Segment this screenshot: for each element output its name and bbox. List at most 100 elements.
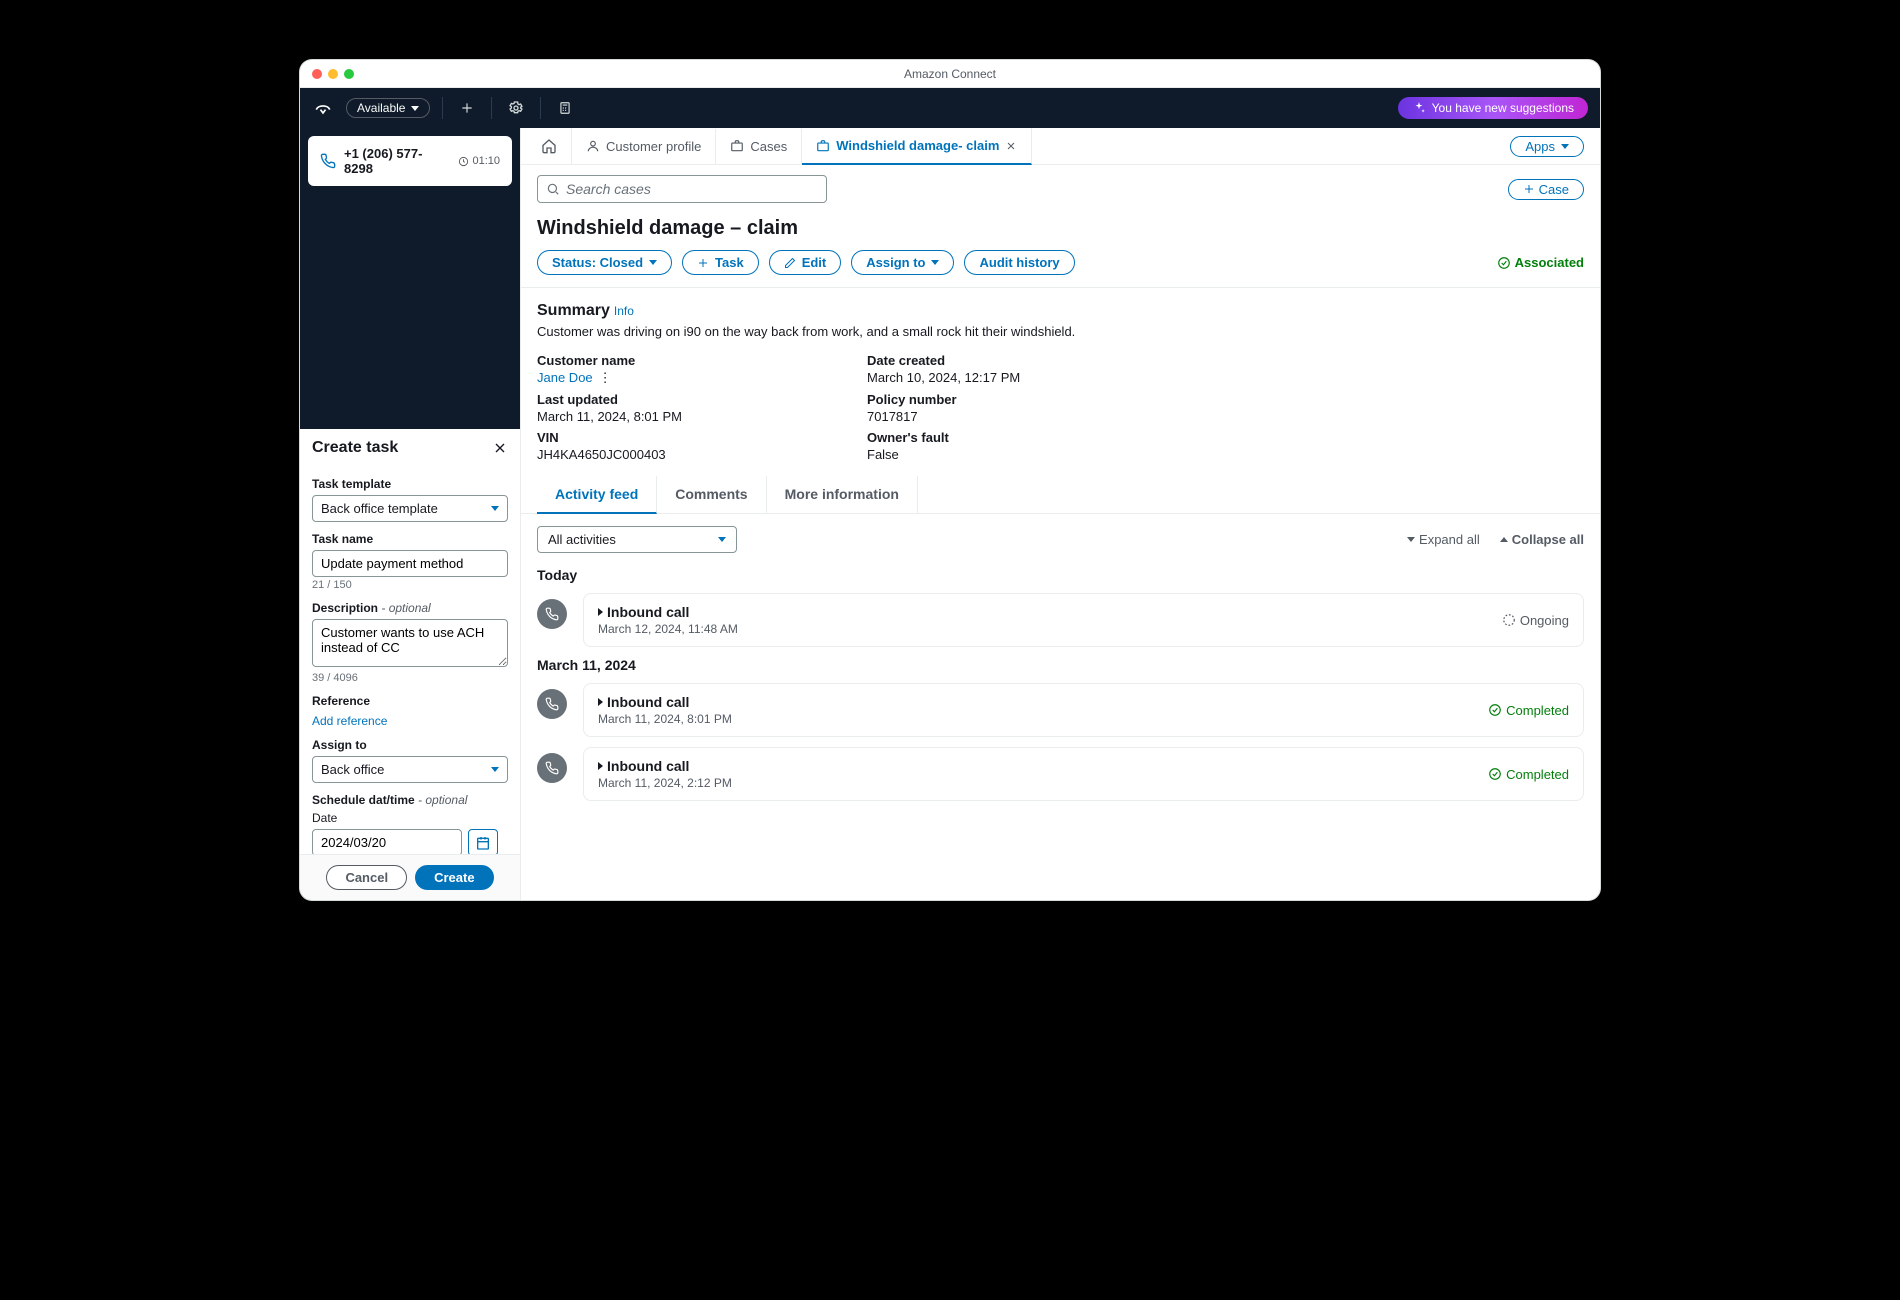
- feed-card[interactable]: Inbound call March 11, 2024, 2:12 PM Com…: [583, 747, 1584, 801]
- date-label: Date: [312, 811, 508, 825]
- active-call-card[interactable]: +1 (206) 577-8298 01:10: [308, 136, 512, 186]
- subtab-more-info[interactable]: More information: [767, 476, 918, 513]
- chevron-right-icon: [598, 698, 603, 706]
- owners-fault-value: False: [867, 447, 1167, 462]
- add-reference-link[interactable]: Add reference: [312, 714, 387, 728]
- main-content: Customer profile Cases Windshield damage…: [520, 128, 1600, 900]
- minimize-window-icon[interactable]: [328, 69, 338, 79]
- app-window: Amazon Connect Available You have new su…: [300, 60, 1600, 900]
- chevron-down-icon: [718, 537, 726, 542]
- chevron-down-icon: [411, 106, 419, 111]
- divider: [491, 97, 492, 119]
- feed-item-time: March 12, 2024, 11:48 AM: [598, 622, 738, 636]
- feed-card[interactable]: Inbound call March 12, 2024, 11:48 AM On…: [583, 593, 1584, 647]
- create-task-panel: Create task Task template Back office te…: [300, 429, 520, 900]
- subtab-comments[interactable]: Comments: [657, 476, 766, 513]
- add-icon[interactable]: [455, 96, 479, 120]
- agent-status-dropdown[interactable]: Available: [346, 98, 430, 118]
- expand-all-button[interactable]: Expand all: [1407, 532, 1480, 547]
- date-input[interactable]: [312, 829, 462, 854]
- phone-icon: [320, 153, 336, 169]
- feed-card[interactable]: Inbound call March 11, 2024, 8:01 PM Com…: [583, 683, 1584, 737]
- check-circle-icon: [1488, 703, 1502, 717]
- task-name-input[interactable]: [312, 550, 508, 577]
- case-title: Windshield damage – claim: [521, 213, 1600, 250]
- tab-windshield-claim[interactable]: Windshield damage- claim: [802, 128, 1032, 165]
- collapse-all-button[interactable]: Collapse all: [1500, 532, 1584, 547]
- assign-to-select[interactable]: Back office: [312, 756, 508, 783]
- tab-customer-profile[interactable]: Customer profile: [572, 129, 716, 164]
- chevron-up-icon: [1500, 537, 1508, 542]
- divider: [540, 97, 541, 119]
- check-circle-icon: [1488, 767, 1502, 781]
- date-created-value: March 10, 2024, 12:17 PM: [867, 370, 1167, 385]
- tab-cases[interactable]: Cases: [716, 129, 802, 164]
- call-duration: 01:10: [458, 155, 500, 167]
- calendar-button[interactable]: [468, 829, 498, 854]
- pencil-icon: [784, 257, 796, 269]
- date-created-label: Date created: [867, 353, 1167, 368]
- customer-name-link[interactable]: Jane Doe: [537, 370, 593, 385]
- associated-status: Associated: [1497, 255, 1584, 270]
- plus-icon: [697, 257, 709, 269]
- window-title: Amazon Connect: [904, 67, 996, 81]
- check-circle-icon: [1497, 256, 1511, 270]
- phone-icon: [537, 599, 567, 629]
- policy-number-label: Policy number: [867, 392, 1167, 407]
- feed-item-time: March 11, 2024, 8:01 PM: [598, 712, 732, 726]
- task-description-counter: 39 / 4096: [312, 672, 508, 684]
- calculator-icon[interactable]: [553, 96, 577, 120]
- schedule-label: Schedule dat/time - optional: [312, 793, 508, 807]
- activity-filter-select[interactable]: All activities: [537, 526, 737, 553]
- add-task-button[interactable]: Task: [682, 250, 759, 275]
- vin-label: VIN: [537, 430, 837, 445]
- home-icon: [541, 138, 557, 154]
- summary-heading: Summary: [537, 302, 610, 320]
- user-icon: [586, 139, 600, 153]
- edit-button[interactable]: Edit: [769, 250, 842, 275]
- close-tab-icon[interactable]: [1005, 140, 1017, 152]
- close-panel-icon[interactable]: [492, 440, 508, 456]
- feed-item-status: Ongoing: [1502, 604, 1569, 636]
- policy-number-value: 7017817: [867, 409, 1167, 424]
- task-description-label: Description - optional: [312, 601, 508, 615]
- suggestions-button[interactable]: You have new suggestions: [1398, 97, 1588, 119]
- close-window-icon[interactable]: [312, 69, 322, 79]
- sparkle-icon: [1412, 101, 1426, 115]
- plus-icon: [1523, 183, 1535, 195]
- traffic-lights: [312, 69, 354, 79]
- audit-history-button[interactable]: Audit history: [964, 250, 1074, 275]
- apps-dropdown[interactable]: Apps: [1510, 136, 1584, 157]
- create-task-title: Create task: [312, 439, 492, 457]
- search-cases-input[interactable]: Search cases: [537, 175, 827, 203]
- chevron-down-icon: [491, 767, 499, 772]
- task-template-select[interactable]: Back office template: [312, 495, 508, 522]
- chevron-down-icon: [491, 506, 499, 511]
- tab-home[interactable]: [537, 128, 572, 164]
- vin-value: JH4KA4650JC000403: [537, 447, 837, 462]
- status-dropdown[interactable]: Status: Closed: [537, 250, 672, 275]
- create-button[interactable]: Create: [415, 865, 493, 890]
- task-name-label: Task name: [312, 532, 508, 546]
- info-link[interactable]: Info: [614, 304, 634, 318]
- search-icon: [546, 182, 560, 196]
- title-bar: Amazon Connect: [300, 60, 1600, 88]
- kebab-menu-icon[interactable]: ⋮: [599, 370, 612, 386]
- phone-icon: [537, 753, 567, 783]
- settings-icon[interactable]: [504, 96, 528, 120]
- maximize-window-icon[interactable]: [344, 69, 354, 79]
- summary-text: Customer was driving on i90 on the way b…: [537, 324, 1584, 339]
- divider: [442, 97, 443, 119]
- feed-item: Inbound call March 11, 2024, 2:12 PM Com…: [537, 747, 1584, 801]
- new-case-button[interactable]: Case: [1508, 179, 1584, 200]
- chevron-down-icon: [931, 260, 939, 265]
- cancel-button[interactable]: Cancel: [326, 865, 407, 890]
- assign-dropdown[interactable]: Assign to: [851, 250, 954, 275]
- chevron-down-icon: [1561, 144, 1569, 149]
- chevron-right-icon: [598, 762, 603, 770]
- last-updated-value: March 11, 2024, 8:01 PM: [537, 409, 837, 424]
- subtab-activity-feed[interactable]: Activity feed: [537, 476, 657, 514]
- task-description-input[interactable]: [312, 619, 508, 667]
- left-sidebar: +1 (206) 577-8298 01:10 Create task Task…: [300, 128, 520, 900]
- app-logo-icon: [312, 97, 334, 119]
